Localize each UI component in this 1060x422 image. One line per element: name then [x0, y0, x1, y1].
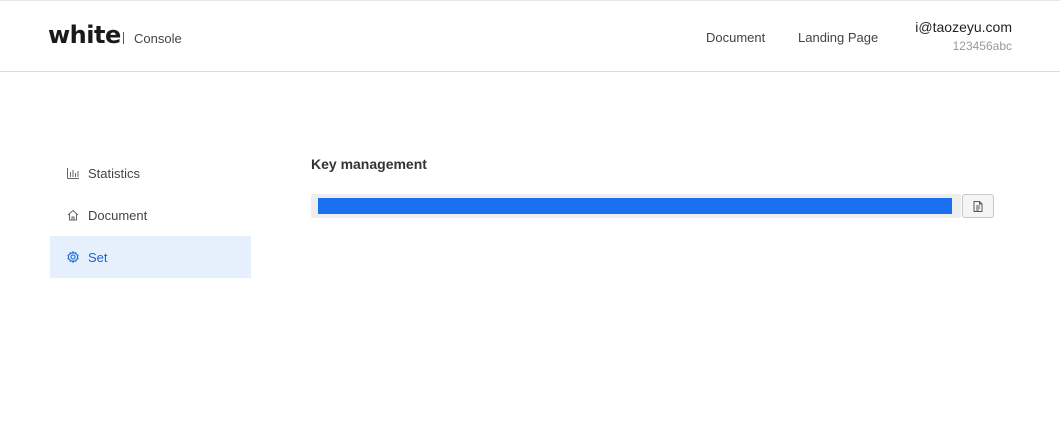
user-email[interactable]: i@taozeyu.com — [915, 19, 1012, 35]
sidebar-menu: Statistics Document Set — [50, 152, 251, 278]
api-key-field[interactable] — [318, 198, 952, 214]
gear-icon — [67, 251, 79, 263]
home-icon — [67, 209, 79, 221]
logo-divider — [123, 32, 124, 44]
copy-key-button[interactable] — [962, 194, 994, 218]
sidebar-item-statistics[interactable]: Statistics — [50, 152, 251, 194]
sidebar-item-label: Set — [88, 249, 108, 265]
sidebar-item-set[interactable]: Set — [50, 236, 251, 278]
sidebar-item-document[interactable]: Document — [50, 194, 251, 236]
copy-icon — [973, 200, 983, 212]
sidebar-item-label: Statistics — [88, 165, 141, 181]
brand-logo[interactable]: white — [48, 21, 121, 49]
page-title: Key management — [311, 156, 427, 172]
console-label: Console — [134, 31, 182, 46]
bar-chart-icon — [67, 167, 79, 179]
nav-link-document[interactable]: Document — [706, 30, 765, 45]
nav-link-landing-page[interactable]: Landing Page — [798, 30, 878, 45]
top-header: white Console Document Landing Page i@ta… — [0, 0, 1060, 72]
sidebar-item-label: Document — [88, 207, 148, 223]
user-id: 123456abc — [952, 39, 1012, 53]
key-field-container — [311, 194, 961, 218]
